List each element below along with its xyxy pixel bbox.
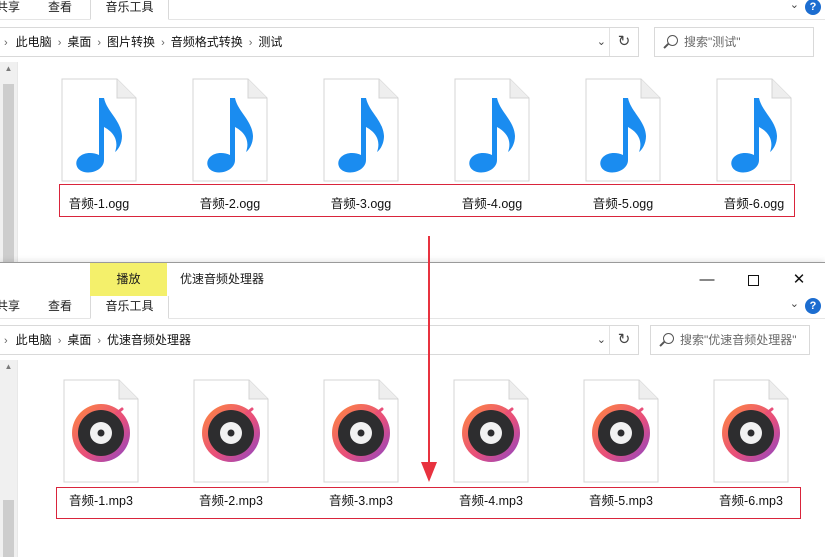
file-grid: 音频-1.ogg 音频-2.ogg 音频-3.ogg 音频-4.ogg 音频-5.ogg… — [0, 0, 825, 265]
music-note-file-icon — [585, 78, 661, 182]
conversion-arrow-icon — [421, 236, 437, 482]
vinyl-disc-file-icon — [583, 379, 659, 483]
music-note-file-icon — [454, 78, 530, 182]
explorer-window-source: 共享 查看 音乐工具 ⌄ ? › 此电脑 › 桌面 › 图片转换 › 音频格式转换 › 测试 ⌄ … — [0, 0, 825, 265]
vinyl-disc-file-icon — [453, 379, 529, 483]
music-note-file-icon — [323, 78, 399, 182]
vinyl-disc-file-icon — [193, 379, 269, 483]
explorer-window-output: 播放 优速音频处理器 — ✕ 共享 查看 音乐工具 ⌄ ? ›此电脑›桌面›优速… — [0, 262, 825, 557]
vinyl-disc-file-icon — [323, 379, 399, 483]
music-note-file-icon — [192, 78, 268, 182]
highlight-box — [59, 184, 795, 217]
music-note-file-icon — [61, 78, 137, 182]
vinyl-disc-file-icon — [713, 379, 789, 483]
highlight-box — [56, 487, 801, 519]
vinyl-disc-file-icon — [63, 379, 139, 483]
music-note-file-icon — [716, 78, 792, 182]
